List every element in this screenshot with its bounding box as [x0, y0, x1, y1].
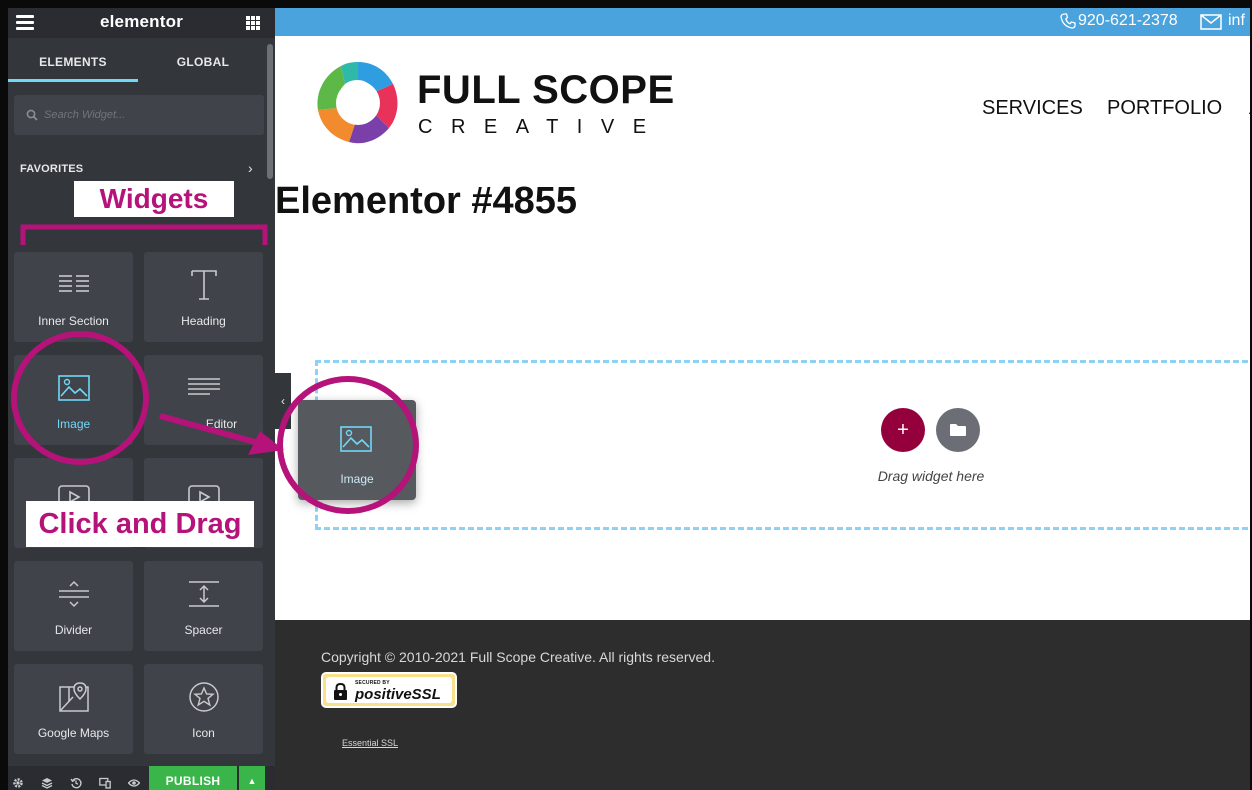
copyright-text: Copyright © 2010-2021 Full Scope Creativ… [321, 649, 715, 665]
layers-icon[interactable] [41, 777, 53, 789]
dragged-image-widget[interactable]: Image [298, 400, 416, 500]
ssl-brand: positiveSSL [355, 686, 441, 703]
settings-icon[interactable] [12, 777, 24, 789]
heading-icon [144, 268, 263, 302]
widget-label: Heading [181, 314, 226, 328]
widget-google-maps[interactable]: Google Maps [14, 664, 133, 754]
widget-label: Inner Section [38, 314, 109, 328]
sidebar-header: elementor [8, 8, 275, 38]
add-template-button[interactable] [936, 408, 980, 452]
widget-icon[interactable]: Icon [144, 664, 263, 754]
widget-text-editor[interactable]: Editor [144, 355, 263, 445]
positive-ssl-badge[interactable]: SECURED BY positiveSSL [321, 672, 457, 708]
phone-icon [1060, 13, 1076, 29]
drag-widget-hint: Drag widget here [877, 468, 985, 484]
logo-title: FULL SCOPE [417, 68, 675, 112]
nav-item-portfolio[interactable]: PORTFOLIO [1107, 97, 1222, 120]
email-address[interactable]: inf [1228, 12, 1245, 30]
widget-label: Divider [54, 623, 93, 637]
preview-eye-icon[interactable] [128, 777, 140, 789]
full-scope-logo-mark [317, 62, 398, 144]
text-editor-icon [144, 371, 263, 405]
ssl-badge-inner: SECURED BY positiveSSL [326, 677, 452, 703]
responsive-icon[interactable] [99, 777, 111, 789]
widget-drop-zone[interactable] [315, 360, 1250, 530]
widget-label: Image [56, 417, 91, 431]
folder-icon [950, 424, 966, 436]
elementor-sidebar: elementor ELEMENTS GLOBAL FAVORITES › In… [8, 8, 275, 790]
tab-elements[interactable]: ELEMENTS [8, 46, 138, 82]
elementor-logo: elementor [99, 12, 184, 31]
annotation-click-and-drag-label: Click and Drag [26, 501, 254, 547]
page-preview: 920-621-2378 inf FULL SCOPE CREATIVE SER… [275, 8, 1250, 790]
image-icon [14, 371, 133, 405]
search-widget-box [14, 95, 264, 135]
widget-inner-section[interactable]: Inner Section [14, 252, 133, 342]
add-section-button[interactable]: + [881, 408, 925, 452]
search-widget-input[interactable] [44, 106, 244, 124]
sidebar-tabs: ELEMENTS GLOBAL [8, 46, 275, 82]
publish-options-caret-icon[interactable]: ▲ [239, 766, 265, 790]
image-icon [340, 426, 372, 452]
contact-topbar: 920-621-2378 inf [275, 8, 1250, 36]
screenshot-frame: 920-621-2378 inf FULL SCOPE CREATIVE SER… [0, 0, 1252, 790]
inner-section-icon [14, 268, 133, 302]
widget-label: Spacer [184, 623, 223, 637]
dragged-widget-label: Image [340, 472, 374, 486]
favorites-label[interactable]: FAVORITES [20, 163, 83, 175]
widget-label: Editor [205, 417, 238, 431]
widget-divider[interactable]: Divider [14, 561, 133, 651]
chevron-right-icon[interactable]: › [248, 160, 253, 176]
collapse-panel-chevron-icon[interactable]: ‹ [275, 373, 291, 429]
star-icon [144, 680, 263, 714]
widget-image[interactable]: Image [14, 355, 133, 445]
essential-ssl-link[interactable]: Essential SSL [342, 738, 398, 748]
tab-global[interactable]: GLOBAL [138, 46, 268, 82]
annotation-widgets-label: Widgets [74, 181, 234, 217]
google-maps-icon [14, 680, 133, 714]
widget-spacer[interactable]: Spacer [144, 561, 263, 651]
spacer-icon [144, 577, 263, 611]
search-icon [26, 109, 38, 121]
phone-number[interactable]: 920-621-2378 [1078, 12, 1178, 30]
logo-subtitle: CREATIVE [418, 116, 665, 138]
sidebar-scrollbar[interactable] [267, 44, 273, 179]
nav-item-services[interactable]: SERVICES [982, 97, 1083, 120]
site-footer: Copyright © 2010-2021 Full Scope Creativ… [275, 620, 1250, 790]
widget-heading[interactable]: Heading [144, 252, 263, 342]
publish-button[interactable]: PUBLISH [149, 766, 237, 790]
apps-grid-icon[interactable] [246, 16, 260, 30]
widget-label: Google Maps [37, 726, 110, 740]
widget-label: Icon [192, 726, 215, 740]
page-title: Elementor #4855 [275, 180, 578, 222]
divider-icon [14, 577, 133, 611]
mail-icon [1200, 14, 1222, 30]
lock-icon [334, 683, 347, 700]
history-icon[interactable] [70, 777, 82, 789]
